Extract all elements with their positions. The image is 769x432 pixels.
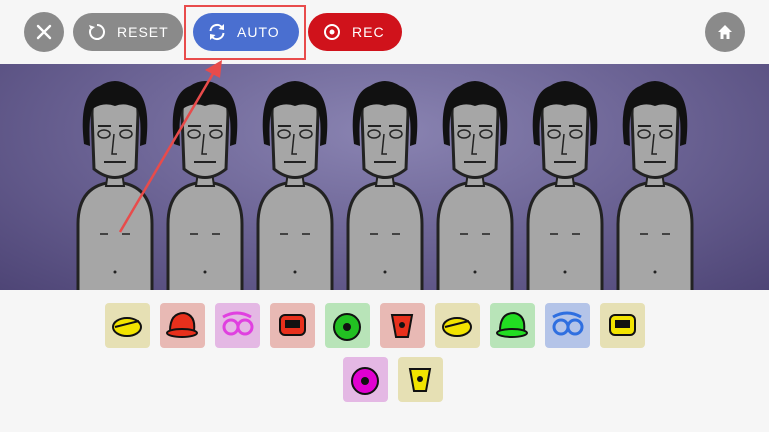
voice-icon-3[interactable] (398, 357, 443, 402)
close-button[interactable] (24, 12, 64, 52)
voice-icon-2[interactable] (343, 357, 388, 402)
reset-button[interactable]: RESET (73, 13, 183, 51)
home-button[interactable] (705, 12, 745, 52)
top-toolbar: RESET AUTO REC (0, 0, 769, 64)
character-6[interactable] (520, 74, 610, 290)
reset-label: RESET (117, 24, 169, 40)
sound-icon-tray (0, 290, 769, 432)
melody-icon-1[interactable] (435, 303, 480, 348)
melody-icon-3[interactable] (545, 303, 590, 348)
record-button[interactable]: REC (308, 13, 402, 51)
auto-highlight-box (184, 5, 306, 60)
beat-icon-1[interactable] (105, 303, 150, 348)
home-icon (718, 25, 732, 39)
character-5[interactable] (430, 74, 520, 290)
beat-icon-3[interactable] (215, 303, 260, 348)
voice-icon-1[interactable] (600, 303, 645, 348)
record-icon (322, 22, 342, 42)
melody-icon-2[interactable] (490, 303, 535, 348)
character-4[interactable] (340, 74, 430, 290)
character-3[interactable] (250, 74, 340, 290)
character-2[interactable] (160, 74, 250, 290)
close-icon (36, 24, 52, 40)
character-7[interactable] (610, 74, 700, 290)
beat-icon-2[interactable] (160, 303, 205, 348)
effect-icon-1[interactable] (325, 303, 370, 348)
character-1[interactable] (70, 74, 160, 290)
effect-icon-2[interactable] (380, 303, 425, 348)
beat-icon-4[interactable] (270, 303, 315, 348)
rec-label: REC (352, 24, 385, 40)
reset-icon (87, 22, 107, 42)
character-stage (0, 64, 769, 290)
